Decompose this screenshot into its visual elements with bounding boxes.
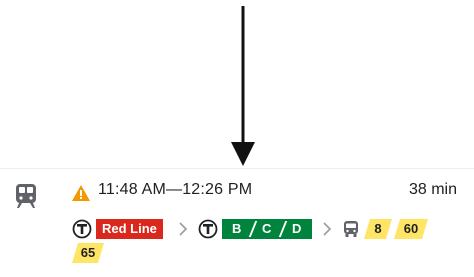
warning-icon[interactable] xyxy=(72,185,90,201)
down-arrow-icon xyxy=(231,6,255,166)
train-icon xyxy=(16,184,36,208)
bus-icon xyxy=(344,221,358,237)
mbta-t-icon xyxy=(198,219,218,239)
green-line-badge: B C D xyxy=(222,219,312,239)
mbta-t-icon xyxy=(72,219,92,239)
bus-route-badge: 65 xyxy=(72,243,104,263)
chevron-right-icon xyxy=(323,222,332,236)
green-branch-b: B xyxy=(232,221,242,236)
branch-separator xyxy=(248,221,258,237)
bus-route-badge: 8 xyxy=(364,219,392,239)
trip-duration: 38 min xyxy=(408,181,457,198)
green-branch-c: C xyxy=(262,221,272,236)
chevron-right-icon xyxy=(179,222,188,236)
green-branch-d: D xyxy=(292,221,302,236)
screen: 11:48 AM—12:26 PM 38 min Red Line B C D xyxy=(0,0,474,277)
bus-route-badge: 60 xyxy=(394,219,428,239)
red-line-badge: Red Line xyxy=(96,219,163,239)
branch-separator xyxy=(278,221,288,237)
trip-option-card[interactable]: 11:48 AM—12:26 PM 38 min Red Line B C D xyxy=(0,168,474,277)
trip-time-range: 11:48 AM—12:26 PM xyxy=(98,181,253,198)
